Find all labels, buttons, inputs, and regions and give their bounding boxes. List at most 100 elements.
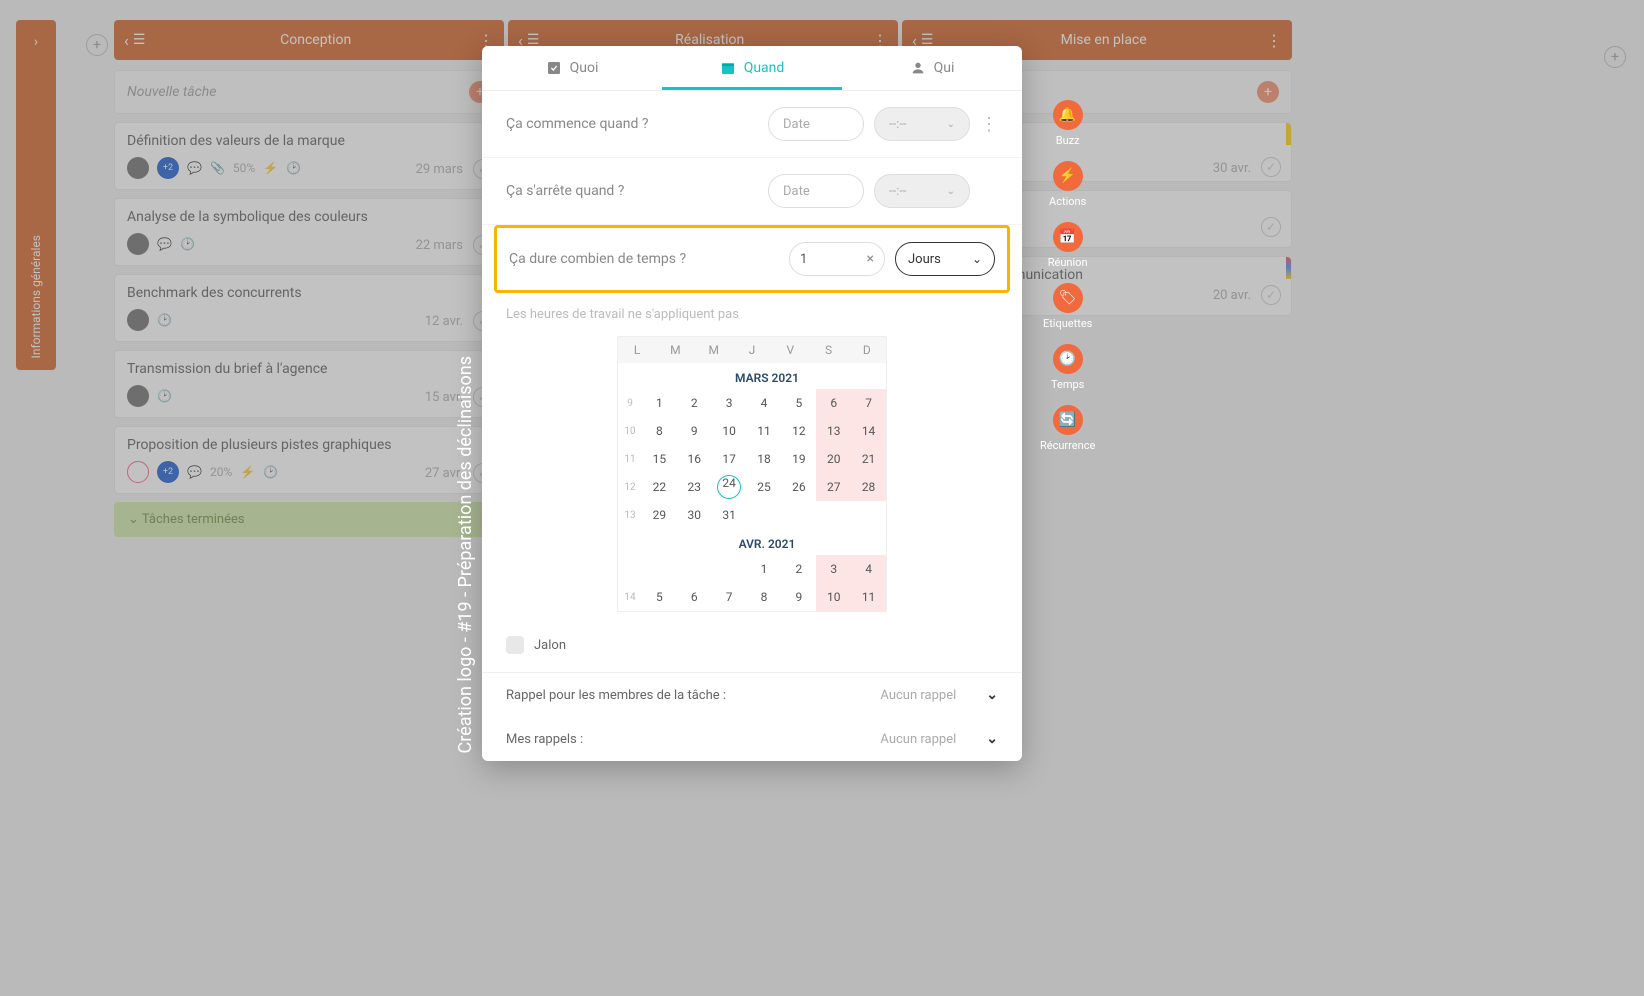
start-row: Ça commence quand ? Date --:--⌄ ⋮ [482, 91, 1022, 158]
week-number: 9 [618, 389, 642, 417]
calendar-day [677, 555, 712, 583]
start-time-input[interactable]: --:--⌄ [874, 107, 970, 141]
milestone-label: Jalon [534, 638, 566, 653]
week-number: 10 [618, 417, 642, 445]
calendar-day[interactable]: 17 [712, 445, 747, 473]
calendar-day[interactable]: 20 [816, 445, 851, 473]
duration-unit: Jours [908, 252, 941, 267]
calendar-day[interactable]: 7 [851, 389, 886, 417]
side-action-buzz[interactable]: 🔔Buzz [1040, 100, 1095, 147]
calendar-today[interactable]: 24 [717, 475, 741, 499]
side-action-récurrence[interactable]: 🔄Récurrence [1040, 405, 1095, 452]
side-action-etiquettes[interactable]: 🏷Etiquettes [1040, 283, 1095, 330]
side-actions: 🔔Buzz ⚡Actions 📅 Réunion 🏷Etiquettes 🕑Temps 🔄R… [1040, 46, 1095, 452]
start-label: Ça commence quand ? [506, 116, 768, 132]
week-number: 14 [618, 583, 642, 611]
calendar-day[interactable]: 1 [747, 555, 782, 583]
calendar: L M M J V S D MARS 2021 9123456710891011… [617, 336, 887, 612]
calendar-day [712, 555, 747, 583]
end-time-input[interactable]: --:--⌄ [874, 174, 970, 208]
calendar-day[interactable]: 13 [816, 417, 851, 445]
chevron-down-icon: ⌄ [986, 731, 998, 747]
calendar-day[interactable]: 28 [851, 473, 886, 501]
tab-quand[interactable]: Quand [662, 46, 842, 90]
calendar-week-row: 1115161718192021 [618, 445, 886, 473]
calendar-day[interactable]: 3 [816, 555, 851, 583]
more-icon[interactable]: ⋮ [980, 114, 998, 135]
milestone-checkbox[interactable] [506, 636, 524, 654]
calendar-day[interactable]: 8 [747, 583, 782, 611]
calendar-month-label: AVR. 2021 [648, 529, 886, 555]
calendar-day[interactable]: 2 [781, 555, 816, 583]
calendar-day[interactable]: 26 [781, 473, 816, 501]
calendar-week-row: 1234 [618, 555, 886, 583]
calendar-day[interactable]: 4 [747, 389, 782, 417]
calendar-month-label: MARS 2021 [648, 363, 886, 389]
person-icon [910, 60, 926, 76]
week-number: 12 [618, 473, 642, 501]
calendar-day[interactable]: 7 [712, 583, 747, 611]
calendar-day[interactable]: 15 [642, 445, 677, 473]
calendar-day[interactable]: 14 [851, 417, 886, 445]
chevron-down-icon: ⌄ [947, 186, 955, 197]
calendar-day[interactable]: 11 [851, 583, 886, 611]
calendar-day[interactable]: 2 [677, 389, 712, 417]
reminder-self-row[interactable]: Mes rappels : Aucun rappel ⌄ [482, 717, 1022, 761]
calendar-day[interactable]: 23 [677, 473, 712, 501]
calendar-day[interactable]: 21 [851, 445, 886, 473]
duration-value: 1 [800, 252, 807, 267]
calendar-day[interactable]: 11 [747, 417, 782, 445]
calendar-week-row: 14567891011 [618, 583, 886, 611]
calendar-day[interactable]: 6 [677, 583, 712, 611]
calendar-day[interactable]: 24 [712, 473, 747, 501]
calendar-day[interactable]: 6 [816, 389, 851, 417]
reminder-members-value: Aucun rappel [880, 688, 956, 703]
calendar-day[interactable]: 22 [642, 473, 677, 501]
side-action-label: Récurrence [1040, 439, 1095, 452]
milestone-row: Jalon [482, 626, 1022, 673]
week-number: 13 [618, 501, 642, 529]
bell-icon: 🔔 [1053, 100, 1083, 130]
reminder-members-row[interactable]: Rappel pour les membres de la tâche : Au… [482, 673, 1022, 717]
calendar-day[interactable]: 19 [781, 445, 816, 473]
calendar-day[interactable]: 12 [781, 417, 816, 445]
calendar-day[interactable]: 30 [677, 501, 712, 529]
reminder-members-label: Rappel pour les membres de la tâche : [506, 688, 726, 703]
start-date-input[interactable]: Date [768, 107, 864, 141]
calendar-day[interactable]: 5 [781, 389, 816, 417]
side-action-temps[interactable]: 🕑Temps [1040, 344, 1095, 391]
calendar-day[interactable]: 10 [816, 583, 851, 611]
calendar-day [642, 555, 677, 583]
tab-qui[interactable]: Qui [842, 46, 1022, 90]
calendar-day[interactable]: 3 [712, 389, 747, 417]
calendar-day[interactable]: 10 [712, 417, 747, 445]
modal-context-title: Création logo - #19 - Préparation des dé… [455, 356, 476, 754]
calendar-icon: 📅 [1053, 222, 1083, 252]
side-action-label: Réunion [1048, 256, 1088, 269]
calendar-day[interactable]: 27 [816, 473, 851, 501]
calendar-day[interactable]: 25 [747, 473, 782, 501]
calendar-day[interactable]: 5 [642, 583, 677, 611]
calendar-day[interactable]: 8 [642, 417, 677, 445]
side-action-réunion[interactable]: 📅 Réunion [1040, 222, 1095, 269]
calendar-day[interactable]: 9 [677, 417, 712, 445]
calendar-day[interactable]: 16 [677, 445, 712, 473]
tab-quoi[interactable]: Quoi [482, 46, 662, 90]
chevron-down-icon: ⌄ [972, 252, 982, 266]
calendar-day [816, 501, 851, 529]
duration-value-input[interactable]: 1 × [789, 242, 885, 276]
calendar-day[interactable]: 9 [781, 583, 816, 611]
checkbox-icon [546, 60, 562, 76]
week-number: 11 [618, 445, 642, 473]
side-action-actions[interactable]: ⚡Actions [1040, 161, 1095, 208]
calendar-day[interactable]: 31 [712, 501, 747, 529]
calendar-day[interactable]: 18 [747, 445, 782, 473]
task-modal: Quoi Quand Qui Ça commence quand ? Date … [482, 46, 1022, 761]
end-date-input[interactable]: Date [768, 174, 864, 208]
duration-unit-select[interactable]: Jours ⌄ [895, 242, 995, 276]
calendar-day[interactable]: 4 [851, 555, 886, 583]
calendar-day[interactable]: 1 [642, 389, 677, 417]
calendar-day [851, 501, 886, 529]
clear-icon[interactable]: × [867, 251, 874, 267]
calendar-day[interactable]: 29 [642, 501, 677, 529]
